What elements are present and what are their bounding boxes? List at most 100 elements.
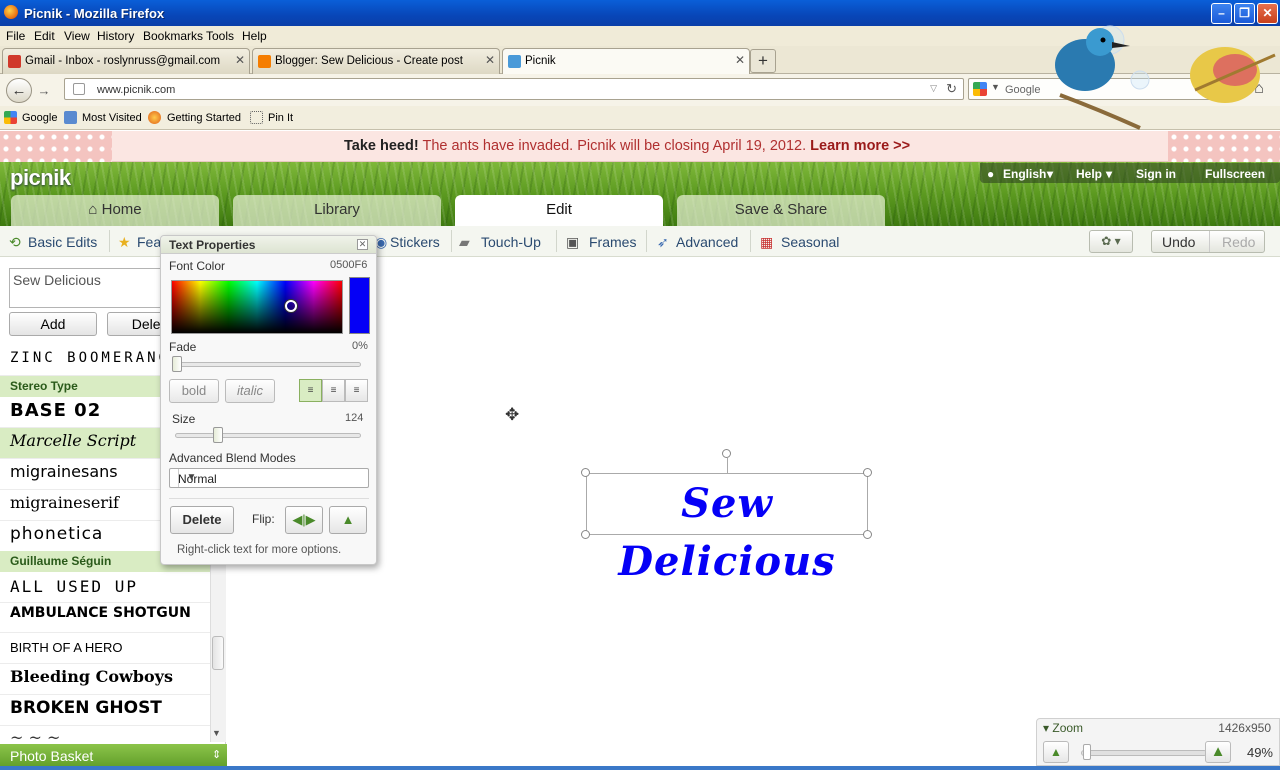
window-title: Picnik - Mozilla Firefox bbox=[24, 6, 165, 21]
color-picker[interactable] bbox=[171, 280, 343, 334]
expand-arrows-icon[interactable]: ⇕ bbox=[212, 748, 221, 761]
delete-button[interactable]: Delete bbox=[170, 506, 234, 534]
canvas-text-object[interactable]: Sew Delicious bbox=[588, 475, 866, 585]
language-link[interactable]: English bbox=[1003, 167, 1046, 181]
google-icon bbox=[973, 82, 987, 96]
forward-button[interactable]: → bbox=[33, 81, 55, 100]
flip-horizontal-button[interactable]: ◀|▶ bbox=[285, 506, 323, 534]
color-picker-marker[interactable] bbox=[285, 300, 297, 312]
search-engine-dropdown-icon[interactable]: ▼ bbox=[991, 82, 1000, 92]
collapse-arrow-icon: ▾ bbox=[1043, 721, 1053, 735]
menu-history[interactable]: History bbox=[97, 29, 134, 43]
menu-view[interactable]: View bbox=[64, 29, 90, 43]
flip-vertical-button[interactable]: ▲ bbox=[329, 506, 367, 534]
fade-slider[interactable] bbox=[175, 362, 361, 367]
toolbar-basic-edits[interactable]: Basic Edits bbox=[28, 234, 97, 250]
font-item-partial[interactable]: ~ ~ ~ bbox=[0, 726, 210, 744]
zoom-slider-thumb[interactable] bbox=[1083, 744, 1091, 760]
search-box[interactable]: ▼ Google ⚲ bbox=[968, 78, 1240, 100]
size-slider[interactable] bbox=[175, 433, 361, 438]
toolbar-advanced[interactable]: Advanced bbox=[676, 234, 738, 250]
gmail-icon bbox=[8, 55, 21, 68]
sign-in-link[interactable]: Sign in bbox=[1136, 167, 1176, 181]
text-entry-field[interactable]: Sew Delicious bbox=[9, 268, 169, 308]
font-birth-of-a-hero: BIRTH OF A HERO bbox=[10, 640, 123, 655]
zoom-slider[interactable] bbox=[1081, 750, 1207, 756]
dialog-header[interactable]: Text Properties bbox=[161, 236, 376, 254]
rotation-handle[interactable] bbox=[722, 449, 731, 458]
move-cursor-icon: ✥ bbox=[505, 405, 520, 424]
close-tab-icon[interactable]: ✕ bbox=[735, 53, 745, 67]
toolbar-touch-up[interactable]: Touch-Up bbox=[481, 234, 541, 250]
bold-button[interactable]: bold bbox=[169, 379, 219, 403]
site-identity-icon[interactable] bbox=[73, 83, 85, 95]
close-window-button[interactable]: ✕ bbox=[1257, 3, 1278, 24]
menu-tools[interactable]: Tools bbox=[206, 29, 234, 43]
add-text-button[interactable]: Add bbox=[9, 312, 97, 336]
frames-icon: ▣ bbox=[566, 234, 580, 250]
back-button[interactable]: ← bbox=[6, 78, 32, 103]
star-icon: ★ bbox=[118, 234, 131, 250]
tab-library[interactable]: Library bbox=[233, 195, 441, 226]
tab-label: Blogger: Sew Delicious - Create post bbox=[275, 55, 463, 67]
close-tab-icon[interactable]: ✕ bbox=[235, 53, 245, 67]
font-item[interactable]: AMBULANCE SHOTGUN bbox=[0, 602, 210, 633]
tab-edit[interactable]: Edit bbox=[455, 195, 663, 226]
tab-blogger[interactable]: Blogger: Sew Delicious - Create post ✕ bbox=[252, 48, 500, 74]
history-dropdown-icon[interactable]: ▽ bbox=[930, 83, 937, 94]
maximize-button[interactable]: ❐ bbox=[1234, 3, 1255, 24]
search-icon[interactable]: ⚲ bbox=[1223, 80, 1233, 97]
tab-picnik[interactable]: Picnik ✕ bbox=[502, 48, 750, 75]
settings-gear-button[interactable]: ✿ ▾ bbox=[1089, 230, 1133, 253]
redo-button[interactable]: Redo bbox=[1222, 234, 1255, 250]
toolbar-seasonal[interactable]: Seasonal bbox=[781, 234, 839, 250]
learn-more-link[interactable]: Learn more >> bbox=[810, 138, 910, 154]
font-item[interactable]: BROKEN GHOST bbox=[0, 695, 210, 726]
reload-icon[interactable]: ↻ bbox=[946, 81, 957, 97]
fullscreen-link[interactable]: Fullscreen bbox=[1205, 167, 1265, 181]
bookmark-most-visited[interactable]: Most Visited bbox=[82, 112, 142, 124]
scrollbar-thumb[interactable] bbox=[212, 636, 224, 670]
menu-help[interactable]: Help bbox=[242, 29, 267, 43]
tab-gmail[interactable]: Gmail - Inbox - roslynruss@gmail.com ✕ bbox=[2, 48, 250, 74]
menu-edit[interactable]: Edit bbox=[34, 29, 55, 43]
font-bleeding-cowboys: Bleeding Cowboys bbox=[10, 667, 173, 686]
picnik-logo[interactable]: picnik bbox=[10, 165, 71, 191]
blend-mode-select[interactable]: Normal ▼ bbox=[169, 468, 369, 488]
new-tab-button[interactable]: + bbox=[750, 49, 776, 73]
chevron-down-icon: ▾ bbox=[1047, 167, 1054, 181]
home-icon[interactable]: ⌂ bbox=[1248, 80, 1270, 100]
close-tab-icon[interactable]: ✕ bbox=[485, 53, 495, 67]
font-item[interactable]: BIRTH OF A HERO bbox=[0, 633, 210, 664]
bookmark-getting-started[interactable]: Getting Started bbox=[167, 112, 241, 124]
size-slider-thumb[interactable] bbox=[213, 427, 223, 443]
bookmark-pin-it[interactable]: Pin It bbox=[268, 112, 293, 124]
toolbar-frames[interactable]: Frames bbox=[589, 234, 636, 250]
bookmarks-bar: Google Most Visited Getting Started Pin … bbox=[0, 106, 1280, 130]
menu-bookmarks[interactable]: Bookmarks bbox=[143, 29, 203, 43]
font-item[interactable]: Bleeding Cowboys bbox=[0, 664, 210, 695]
bookmark-google[interactable]: Google bbox=[22, 112, 57, 124]
picnik-icon bbox=[508, 55, 521, 68]
help-link[interactable]: Help bbox=[1076, 167, 1102, 181]
tab-save-share[interactable]: Save & Share bbox=[677, 195, 885, 226]
zoom-out-button[interactable]: ▲ bbox=[1043, 741, 1069, 763]
align-right-button[interactable]: ≡ bbox=[345, 379, 368, 402]
fade-slider-thumb[interactable] bbox=[172, 356, 182, 372]
align-left-button[interactable]: ≡ bbox=[299, 379, 322, 402]
minimize-button[interactable]: – bbox=[1211, 3, 1232, 24]
closing-notice-banner: Take heed! The ants have invaded. Picnik… bbox=[0, 131, 1280, 162]
tab-home[interactable]: ⌂ Home bbox=[11, 195, 219, 226]
scroll-down-arrow-icon[interactable]: ▼ bbox=[212, 728, 221, 738]
toolbar-stickers[interactable]: Stickers bbox=[390, 234, 440, 250]
color-swatch[interactable] bbox=[349, 277, 370, 334]
italic-button[interactable]: italic bbox=[225, 379, 275, 403]
zoom-header[interactable]: ▾ Zoom bbox=[1043, 721, 1083, 735]
zoom-in-button[interactable]: ▲ bbox=[1205, 741, 1231, 763]
close-icon[interactable]: ✕ bbox=[357, 239, 368, 250]
url-bar[interactable]: www.picnik.com ▽ ↻ bbox=[64, 78, 964, 100]
font-item[interactable]: ALL USED UP bbox=[0, 572, 210, 603]
menu-file[interactable]: File bbox=[6, 29, 25, 43]
undo-button[interactable]: Undo bbox=[1162, 234, 1195, 250]
align-center-button[interactable]: ≡ bbox=[322, 379, 345, 402]
